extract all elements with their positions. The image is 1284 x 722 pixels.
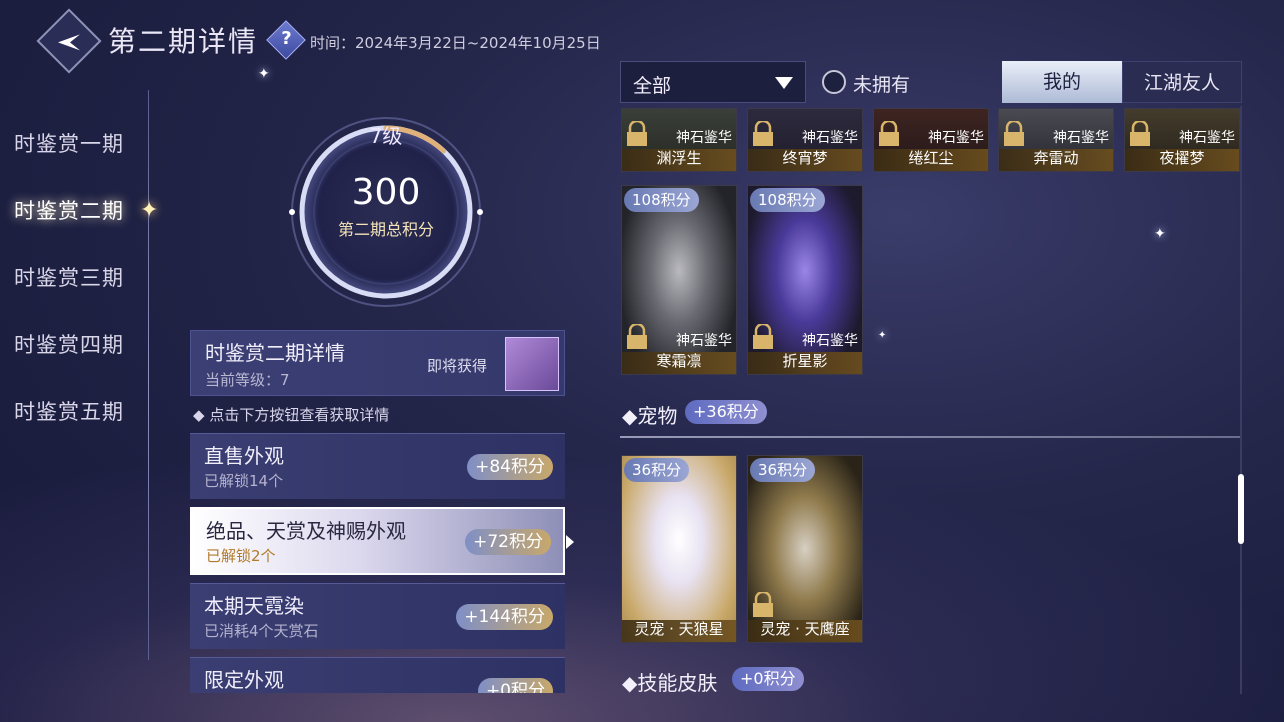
category-row[interactable]: 限定外观 +0积分 (190, 657, 565, 693)
back-arrow-icon (58, 34, 80, 51)
category-row[interactable]: 本期天霓染 已消耗4个天赏石 +144积分 (190, 583, 565, 649)
event-time-label: 时间：2024年3月22日~2024年10月25日 (310, 34, 601, 52)
sparkle-icon: ✦ (878, 330, 887, 341)
season-list: 时鉴赏一期 时鉴赏二期 时鉴赏三期 时鉴赏四期 时鉴赏五期 (14, 128, 124, 463)
category-points-badge: +144积分 (456, 604, 553, 630)
item-card[interactable]: 神石鉴华 绻红尘 (873, 108, 989, 172)
unowned-radio[interactable] (822, 70, 846, 94)
item-card[interactable]: 神石鉴华 渊浮生 (621, 108, 737, 172)
scrollbar-track[interactable] (1240, 106, 1242, 694)
item-points-badge: 36积分 (750, 458, 816, 482)
lock-icon (753, 121, 773, 146)
category-points-badge: +0积分 (477, 678, 553, 693)
item-tag: 神石鉴华 (802, 130, 858, 146)
category-title: 限定外观 (204, 668, 284, 692)
skill-section-title: ◆技能皮肤 (622, 671, 718, 695)
mount-card[interactable]: 108积分 神石鉴华 寒霜凛 (621, 185, 737, 375)
item-tag: 神石鉴华 (676, 333, 732, 349)
lock-icon (753, 324, 773, 349)
category-points-badge: +84积分 (467, 454, 553, 480)
item-points-badge: 36积分 (624, 458, 690, 482)
item-tag: 神石鉴华 (802, 333, 858, 349)
item-tag: 神石鉴华 (928, 130, 984, 146)
category-title: 绝品、天赏及神赐外观 (206, 519, 406, 543)
item-points-badge: 108积分 (624, 188, 699, 212)
lock-icon (753, 592, 773, 617)
category-title: 本期天霓染 (204, 594, 304, 618)
item-name: 渊浮生 (656, 149, 702, 167)
back-button[interactable] (36, 8, 102, 74)
lock-icon (1004, 121, 1024, 146)
skill-section-points: +0积分 (732, 667, 804, 691)
item-tag: 神石鉴华 (1179, 130, 1235, 146)
pet-section-title: ◆宠物 (622, 404, 678, 428)
sparkle-icon: ✦ (1154, 226, 1166, 242)
pet-card[interactable]: 36积分 灵宠 · 天鹰座 (747, 455, 863, 643)
item-points-badge: 108积分 (750, 188, 825, 212)
pet-section-title-text: 宠物 (637, 404, 678, 428)
category-subtitle: 已解锁2个 (206, 547, 276, 565)
item-card[interactable]: 神石鉴华 夜擢梦 (1124, 108, 1240, 172)
active-season-marker-icon: ✦ (140, 198, 159, 223)
season-detail-title: 时鉴赏二期详情 (205, 341, 345, 365)
hint-text: ◆ 点击下方按钮查看获取详情 (193, 406, 390, 424)
section-divider (620, 436, 1240, 438)
season-item-1[interactable]: 时鉴赏一期 (14, 128, 124, 195)
scrollbar-thumb[interactable] (1238, 474, 1244, 544)
season-detail-card[interactable]: 时鉴赏二期详情 当前等级：7 即将获得 (190, 330, 565, 396)
selected-arrow-icon (566, 535, 574, 549)
pet-section-points: +36积分 (685, 400, 767, 424)
season-item-2[interactable]: 时鉴赏二期 (14, 195, 124, 262)
next-reward-thumbnail[interactable] (505, 337, 559, 391)
lock-icon (627, 121, 647, 146)
item-card[interactable]: 神石鉴华 终宵梦 (747, 108, 863, 172)
filter-selected-value: 全部 (633, 75, 672, 97)
tab-friends[interactable]: 江湖友人 (1122, 61, 1242, 103)
category-title: 直售外观 (204, 444, 284, 468)
skill-section-title-text: 技能皮肤 (637, 671, 718, 695)
season-item-3[interactable]: 时鉴赏三期 (14, 262, 124, 329)
total-score-value: 300 (351, 172, 421, 213)
item-name: 终宵梦 (782, 149, 828, 167)
category-row-selected[interactable]: 绝品、天赏及神赐外观 已解锁2个 +72积分 (190, 507, 565, 575)
category-row[interactable]: 直售外观 已解锁14个 +84积分 (190, 433, 565, 499)
item-name: 绻红尘 (908, 149, 954, 167)
item-name: 灵宠 · 天狼星 (634, 620, 724, 638)
season-item-5[interactable]: 时鉴赏五期 (14, 396, 124, 463)
mount-card[interactable]: 108积分 神石鉴华 折星影 (747, 185, 863, 375)
item-name: 夜擢梦 (1159, 149, 1205, 167)
item-card[interactable]: 神石鉴华 奔雷动 (998, 108, 1114, 172)
category-points-badge: +72积分 (465, 529, 551, 555)
page-title: 第二期详情 (108, 25, 259, 58)
lock-icon (1130, 121, 1150, 146)
season-divider-line (148, 90, 149, 660)
filter-dropdown[interactable]: 全部 (620, 61, 806, 103)
item-name: 折星影 (782, 352, 828, 370)
item-tag: 神石鉴华 (676, 130, 732, 146)
item-name: 奔雷动 (1033, 149, 1079, 167)
lock-icon (627, 324, 647, 349)
coming-soon-label: 即将获得 (427, 357, 488, 375)
unowned-label[interactable]: 未拥有 (853, 70, 910, 97)
item-name: 寒霜凛 (656, 352, 702, 370)
item-name: 灵宠 · 天鹰座 (760, 620, 850, 638)
category-subtitle: 已解锁14个 (204, 472, 284, 490)
category-subtitle: 已消耗4个天赏石 (204, 622, 319, 640)
sparkle-icon: ✦ (258, 66, 270, 82)
pet-card[interactable]: 36积分 灵宠 · 天狼星 (621, 455, 737, 643)
hint-text-label: 点击下方按钮查看获取详情 (209, 406, 390, 424)
season-item-4[interactable]: 时鉴赏四期 (14, 329, 124, 396)
help-icon[interactable]: ? (266, 20, 306, 60)
score-ring: 7级 300 第二期总积分 (286, 112, 486, 312)
tab-mine[interactable]: 我的 (1002, 61, 1122, 103)
item-tag: 神石鉴华 (1053, 130, 1109, 146)
total-score-label: 第二期总积分 (337, 220, 434, 239)
current-level-text: 当前等级：7 (205, 371, 290, 389)
level-label: 7级 (369, 124, 403, 148)
lock-icon (879, 121, 899, 146)
chevron-down-icon (775, 77, 793, 89)
